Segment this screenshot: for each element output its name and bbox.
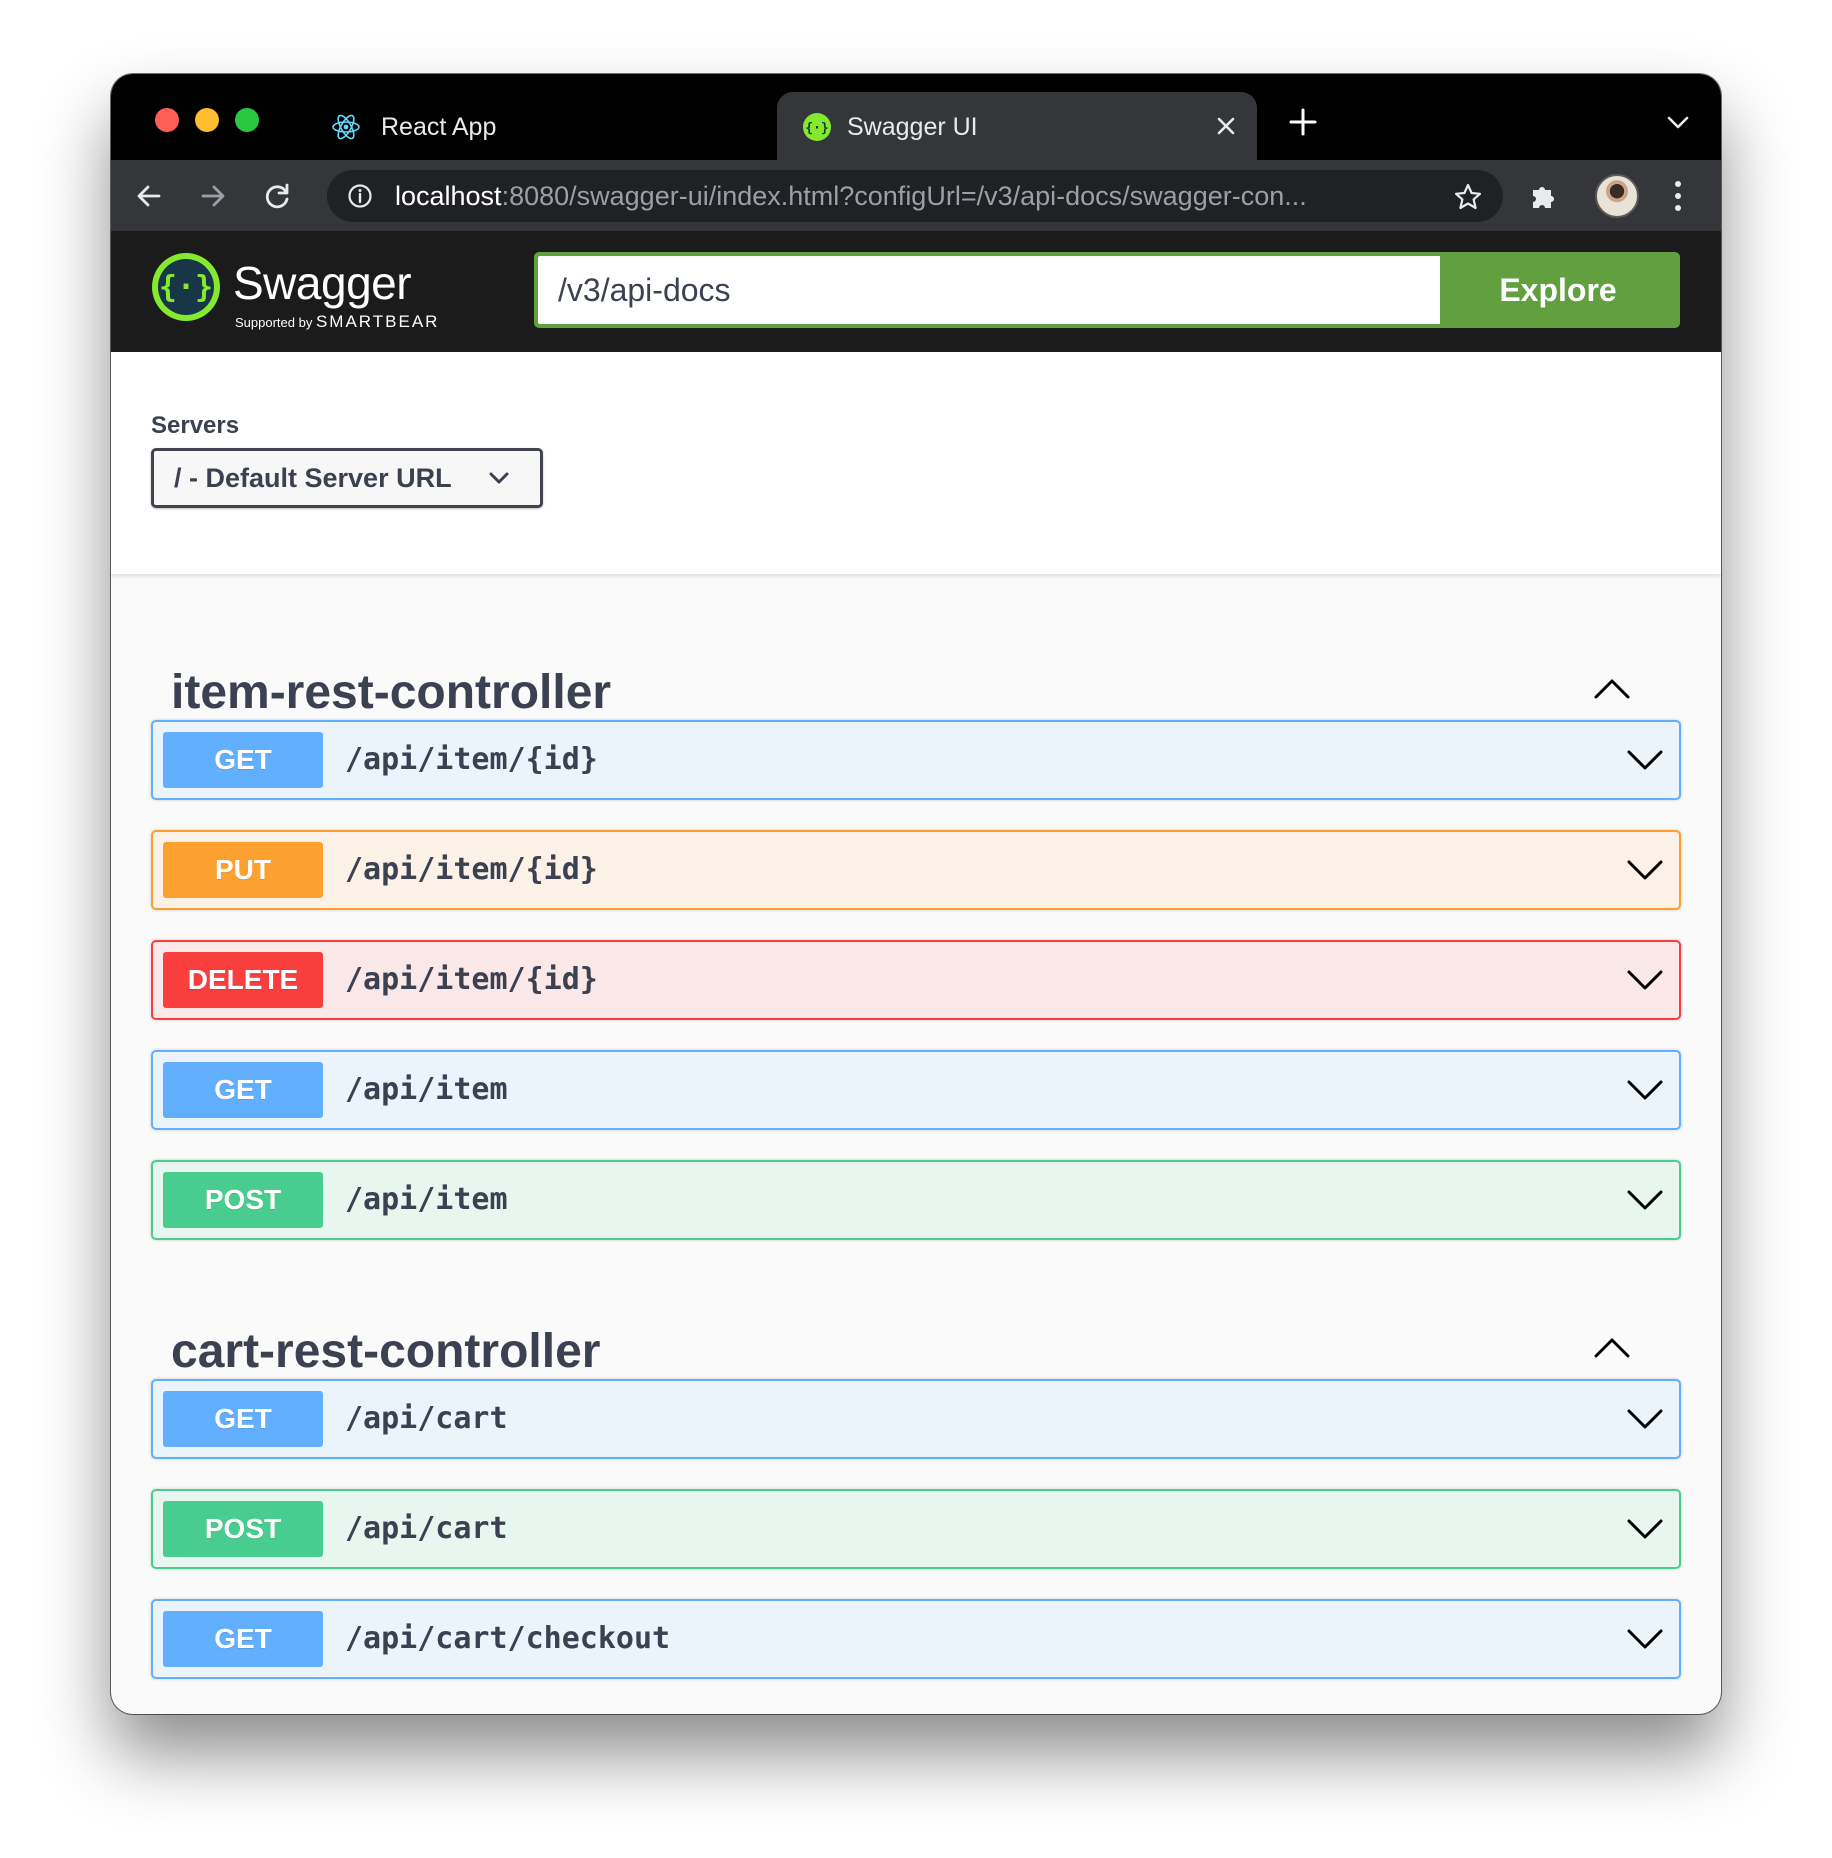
tab-title: React App bbox=[381, 113, 497, 141]
info-icon[interactable] bbox=[347, 183, 373, 209]
servers-select[interactable]: / - Default Server URL bbox=[151, 448, 543, 508]
new-tab-icon[interactable] bbox=[1287, 106, 1319, 138]
operation-post-cart[interactable]: POST /api/cart bbox=[151, 1489, 1681, 1569]
bookmark-star-icon[interactable] bbox=[1453, 182, 1483, 212]
supported-by-text: Supported by SMARTBEAR bbox=[235, 312, 440, 331]
tab-title: Swagger UI bbox=[847, 113, 978, 141]
method-badge: POST bbox=[163, 1172, 323, 1228]
smartbear-label: SMARTBEAR bbox=[315, 312, 440, 331]
chevron-down-icon[interactable] bbox=[1627, 1189, 1663, 1211]
react-icon bbox=[332, 114, 360, 140]
chevron-up-icon[interactable] bbox=[1593, 1334, 1631, 1360]
close-tab-icon[interactable] bbox=[1213, 113, 1239, 139]
chevron-down-icon[interactable] bbox=[1627, 1079, 1663, 1101]
supported-by-label: Supported by bbox=[235, 315, 313, 330]
chevron-down-icon[interactable] bbox=[1665, 112, 1691, 132]
operation-path: /api/cart bbox=[345, 1511, 508, 1546]
explore-form: Explore bbox=[534, 252, 1680, 328]
extensions-puzzle-icon[interactable] bbox=[1527, 180, 1559, 212]
method-badge: GET bbox=[163, 1062, 323, 1118]
svg-text:{·}: {·} bbox=[805, 121, 828, 136]
svg-text:{·}: {·} bbox=[159, 270, 213, 305]
address-bar[interactable]: localhost:8080/swagger-ui/index.html?con… bbox=[327, 170, 1503, 222]
url-text: localhost:8080/swagger-ui/index.html?con… bbox=[395, 170, 1415, 222]
chevron-down-icon[interactable] bbox=[1627, 749, 1663, 771]
method-badge: GET bbox=[163, 1611, 323, 1667]
back-arrow-icon[interactable] bbox=[133, 180, 165, 212]
operation-get-cart[interactable]: GET /api/cart bbox=[151, 1379, 1681, 1459]
minimize-window-button[interactable] bbox=[195, 108, 219, 132]
method-badge: POST bbox=[163, 1501, 323, 1557]
url-path: :8080/swagger-ui/index.html?configUrl=/v… bbox=[501, 181, 1307, 211]
method-badge: GET bbox=[163, 732, 323, 788]
tab-strip: React App {·} Swagger UI bbox=[111, 74, 1721, 160]
profile-avatar[interactable] bbox=[1595, 174, 1639, 218]
chevron-down-icon[interactable] bbox=[1627, 859, 1663, 881]
method-badge: PUT bbox=[163, 842, 323, 898]
operation-get-cart-checkout[interactable]: GET /api/cart/checkout bbox=[151, 1599, 1681, 1679]
chevron-down-icon[interactable] bbox=[1627, 1628, 1663, 1650]
swagger-brand: Swagger bbox=[233, 257, 412, 309]
chevron-down-icon[interactable] bbox=[1627, 1408, 1663, 1430]
operation-path: /api/cart bbox=[345, 1401, 508, 1436]
chevron-down-icon[interactable] bbox=[1627, 1518, 1663, 1540]
browser-toolbar: localhost:8080/swagger-ui/index.html?con… bbox=[111, 160, 1721, 232]
operation-path: /api/item/{id} bbox=[345, 742, 598, 777]
operation-post-item[interactable]: POST /api/item bbox=[151, 1160, 1681, 1240]
operation-put-item-by-id[interactable]: PUT /api/item/{id} bbox=[151, 830, 1681, 910]
operation-path: /api/item bbox=[345, 1182, 508, 1217]
operation-path: /api/item/{id} bbox=[345, 962, 598, 997]
method-badge: DELETE bbox=[163, 952, 323, 1008]
swagger-icon: {·} bbox=[803, 113, 831, 141]
explore-button[interactable]: Explore bbox=[1440, 256, 1676, 324]
maximize-window-button[interactable] bbox=[235, 108, 259, 132]
url-host: localhost bbox=[395, 181, 502, 211]
servers-section: Servers / - Default Server URL bbox=[111, 352, 1721, 574]
swagger-logo-icon[interactable]: {·} bbox=[151, 252, 221, 322]
forward-arrow-icon[interactable] bbox=[197, 180, 229, 212]
operation-get-items[interactable]: GET /api/item bbox=[151, 1050, 1681, 1130]
operation-delete-item-by-id[interactable]: DELETE /api/item/{id} bbox=[151, 940, 1681, 1020]
chevron-down-icon[interactable] bbox=[1627, 969, 1663, 991]
reload-icon[interactable] bbox=[261, 180, 293, 212]
operation-path: /api/item/{id} bbox=[345, 852, 598, 887]
operation-path: /api/item bbox=[345, 1072, 508, 1107]
browser-window: React App {·} Swagger UI localhost:8080/… bbox=[111, 74, 1721, 1714]
more-menu-icon[interactable] bbox=[1671, 178, 1685, 214]
servers-label: Servers bbox=[151, 412, 240, 439]
chevron-down-icon bbox=[489, 472, 509, 484]
tab-swagger-ui[interactable]: {·} Swagger UI bbox=[777, 92, 1257, 160]
operation-path: /api/cart/checkout bbox=[345, 1621, 671, 1656]
swagger-topbar: {·} Swagger Supported by SMARTBEAR Explo… bbox=[111, 232, 1721, 352]
close-window-button[interactable] bbox=[155, 108, 179, 132]
chevron-up-icon[interactable] bbox=[1593, 675, 1631, 701]
operation-get-item-by-id[interactable]: GET /api/item/{id} bbox=[151, 720, 1681, 800]
api-url-input[interactable] bbox=[538, 256, 1440, 324]
servers-select-value: / - Default Server URL bbox=[174, 463, 452, 493]
method-badge: GET bbox=[163, 1391, 323, 1447]
